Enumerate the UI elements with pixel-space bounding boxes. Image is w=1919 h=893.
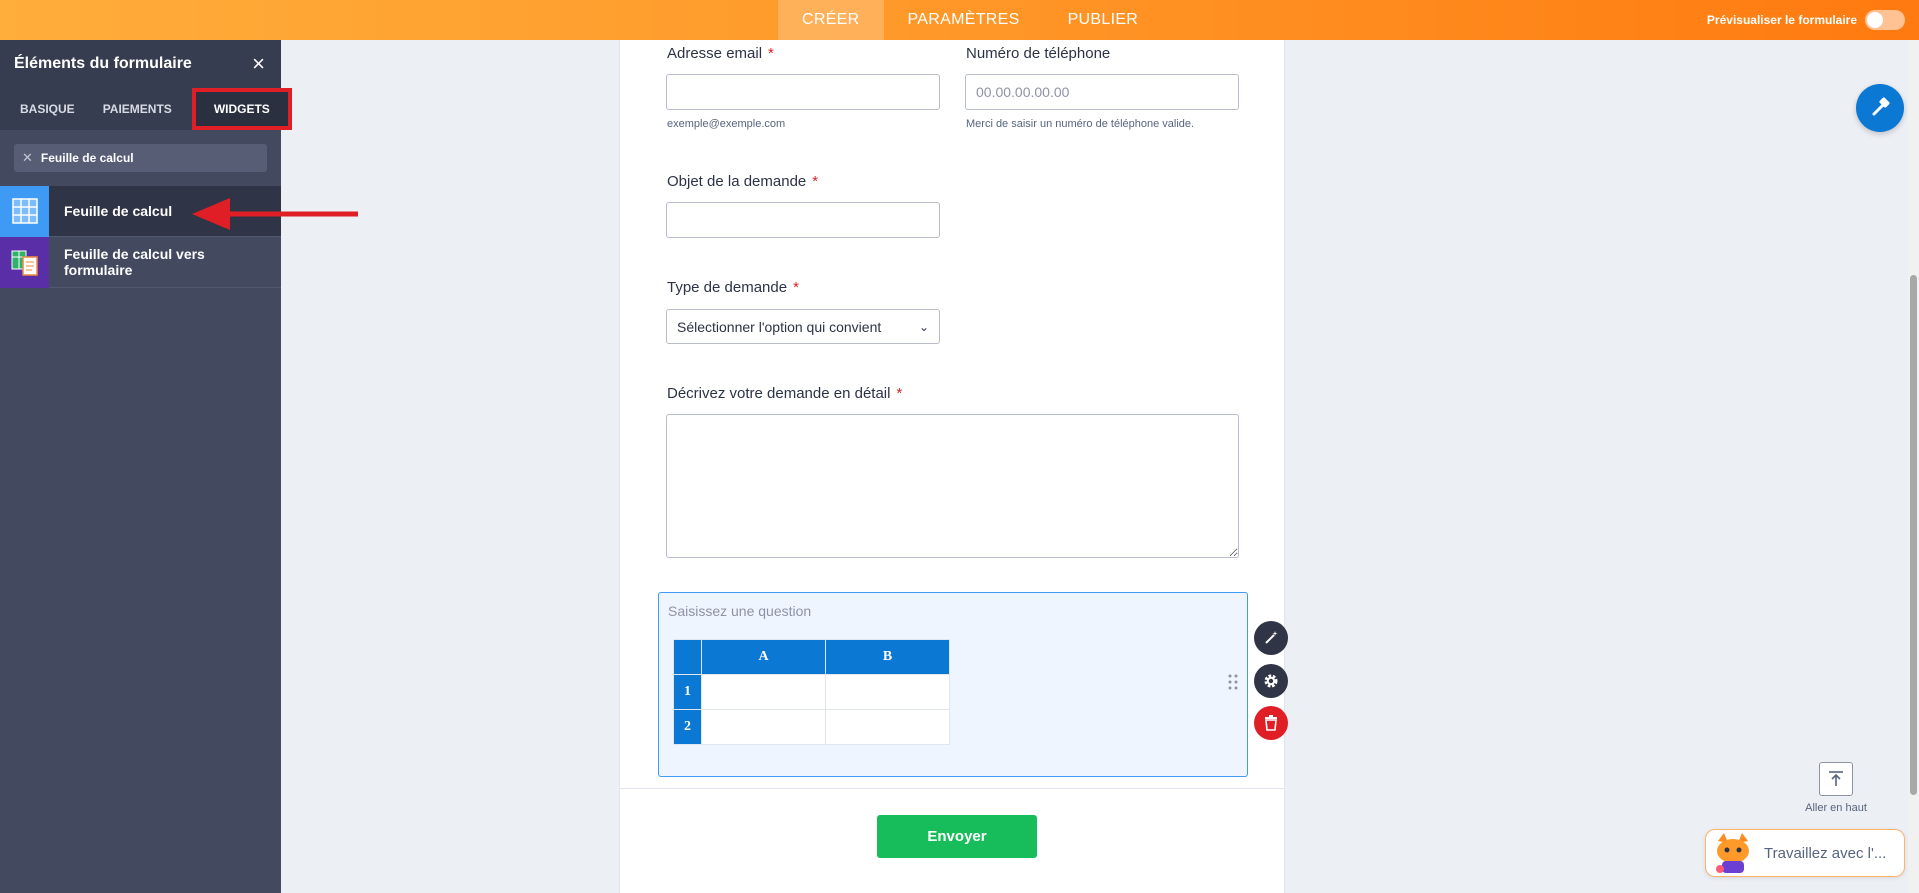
preview-label: Prévisualiser le formulaire <box>1706 13 1857 27</box>
widget-item-feuille-vers-formulaire[interactable]: Feuille de calcul vers formulaire <box>0 236 281 288</box>
sidebar-header: Éléments du formulaire × <box>0 40 281 88</box>
preview-toggle[interactable] <box>1865 10 1905 30</box>
ai-assistant-button[interactable]: Travaillez avec l'... <box>1705 829 1905 877</box>
phone-hint: Merci de saisir un numéro de téléphone v… <box>966 118 1195 130</box>
grid-corner <box>673 639 702 675</box>
main-nav: CRÉER PARAMÈTRES PUBLIER <box>778 0 1162 40</box>
type-select[interactable]: Sélectionner l'option qui convient ⌄ <box>666 309 940 344</box>
phone-label: Numéro de téléphone <box>966 45 1111 62</box>
tab-creer[interactable]: CRÉER <box>778 0 884 40</box>
search-box: ✕ <box>14 144 267 172</box>
tab-publier[interactable]: PUBLIER <box>1044 0 1163 40</box>
sidebar-title: Éléments du formulaire <box>14 55 192 72</box>
grid-cell[interactable] <box>701 674 826 710</box>
column-header: B <box>825 639 950 675</box>
column-header: A <box>701 639 826 675</box>
magic-wand-button[interactable] <box>1254 621 1288 655</box>
details-label: Décrivez votre demande en détail * <box>667 385 903 402</box>
form-elements-sidebar: Éléments du formulaire × BASIQUE PAIEMEN… <box>0 40 292 893</box>
red-arrow-icon <box>192 198 358 230</box>
tab-basique[interactable]: BASIQUE <box>6 88 89 130</box>
paint-roller-icon <box>1872 97 1890 116</box>
search-input[interactable] <box>40 151 241 165</box>
row-header: 2 <box>673 709 702 745</box>
email-hint: exemple@exemple.com <box>667 118 786 130</box>
scrollbar-thumb[interactable] <box>1910 275 1917 795</box>
chevron-down-icon: ⌄ <box>918 319 929 334</box>
subject-field[interactable] <box>666 202 940 238</box>
spreadsheet-grid: A B 1 2 <box>673 639 950 745</box>
widget-label: Feuille de calcul vers formulaire <box>64 246 205 278</box>
form-designer-button[interactable] <box>1856 84 1904 132</box>
ai-mascot-icon <box>1716 833 1749 873</box>
settings-button[interactable] <box>1254 664 1288 698</box>
details-textarea[interactable] <box>666 414 1239 558</box>
top-bar: CRÉER PARAMÈTRES PUBLIER Prévisualiser l… <box>0 0 1919 40</box>
clear-search-icon[interactable]: ✕ <box>22 150 33 166</box>
type-select-value: Sélectionner l'option qui convient <box>677 318 882 335</box>
form-canvas: Adresse email * exemple@exemple.com Numér… <box>619 40 1285 893</box>
grid-cell[interactable] <box>825 674 950 710</box>
search-wrap: ✕ <box>0 130 281 186</box>
spreadsheet-icon <box>0 185 49 237</box>
trash-icon <box>1265 715 1277 731</box>
spreadsheet-block[interactable]: Saisissez une question A B 1 2 <box>658 592 1248 777</box>
grid-cell[interactable] <box>701 709 826 745</box>
back-to-top-label: Aller en haut <box>1805 802 1867 814</box>
sidebar-tabs: BASIQUE PAIEMENTS WIDGETS <box>0 88 292 130</box>
ai-assistant-label: Travaillez avec l'... <box>1764 844 1887 862</box>
tab-parametres[interactable]: PARAMÈTRES <box>884 0 1044 40</box>
page-scrollbar[interactable] <box>1908 40 1919 893</box>
phone-field[interactable] <box>965 74 1239 110</box>
drag-handle-icon[interactable] <box>1228 674 1238 690</box>
delete-button[interactable] <box>1254 706 1288 740</box>
question-placeholder[interactable]: Saisissez une question <box>668 603 811 619</box>
email-field[interactable] <box>666 74 940 110</box>
gear-icon <box>1264 674 1278 688</box>
submit-button[interactable]: Envoyer <box>877 815 1037 858</box>
grid-cell[interactable] <box>825 709 950 745</box>
close-icon[interactable]: × <box>252 53 265 75</box>
subject-label: Objet de la demande * <box>667 173 819 190</box>
back-to-top[interactable]: Aller en haut <box>1804 762 1868 814</box>
tab-widgets[interactable]: WIDGETS <box>191 88 292 130</box>
type-label: Type de demande * <box>667 279 799 296</box>
tab-paiements[interactable]: PAIEMENTS <box>89 88 186 130</box>
sheet-to-form-icon <box>0 236 49 288</box>
preview-control: Prévisualiser le formulaire <box>1707 0 1905 40</box>
arrow-up-icon <box>1819 762 1853 796</box>
row-header: 1 <box>673 674 702 710</box>
divider <box>620 788 1284 789</box>
magic-wand-icon <box>1265 631 1278 644</box>
email-label: Adresse email * <box>667 45 774 62</box>
